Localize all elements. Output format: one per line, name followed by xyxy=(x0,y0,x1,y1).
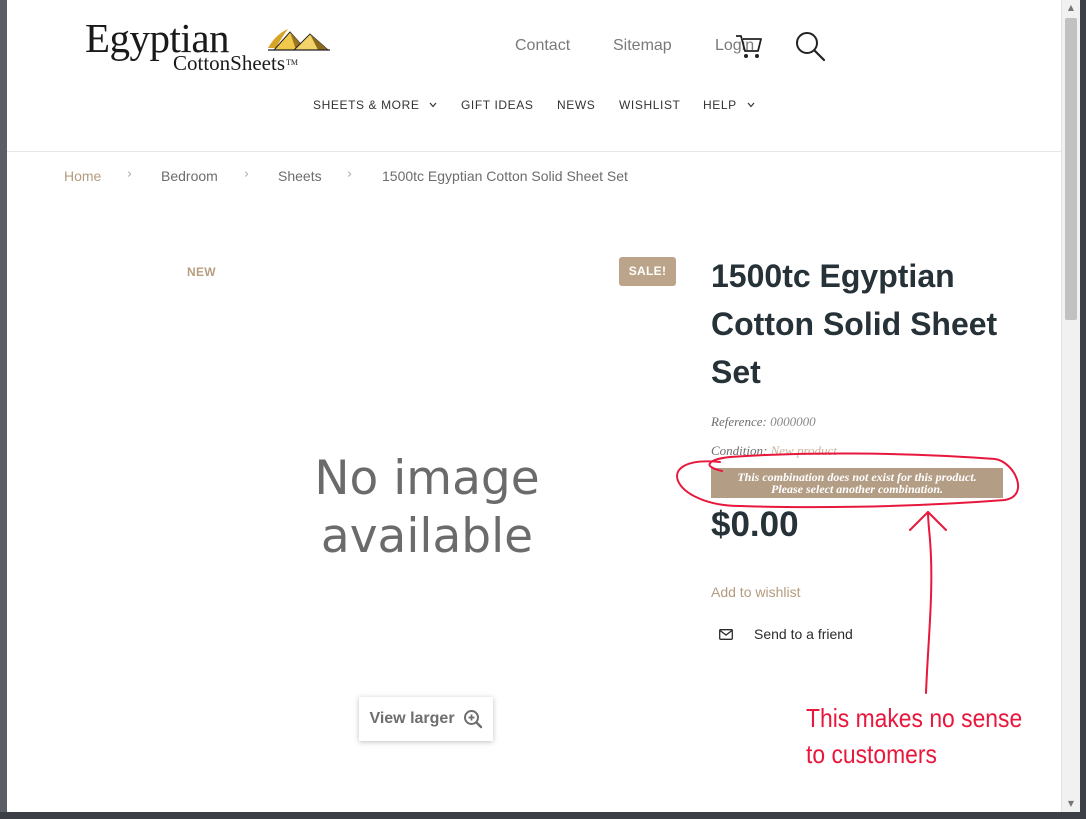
product-title: 1500tc Egyptian Cotton Solid Sheet Set xyxy=(711,258,998,390)
nav-item-sheets-more[interactable]: SHEETS & MORE xyxy=(313,98,437,112)
scrollbar-thumb[interactable] xyxy=(1065,18,1077,320)
window-edge xyxy=(1080,0,1086,819)
condition-label: Condition: xyxy=(711,443,768,458)
breadcrumb-separator-icon: › xyxy=(347,167,353,182)
view-larger-button[interactable]: View larger xyxy=(359,697,493,741)
main-nav: SHEETS & MORE GIFT IDEAS NEWS WISHLIST H… xyxy=(7,98,1061,116)
product-price: $0.00 xyxy=(711,505,799,544)
combination-alert: This combination does not exist for this… xyxy=(711,468,1003,498)
nav-item-wishlist[interactable]: WISHLIST xyxy=(619,98,680,112)
logo-trademark: TM xyxy=(286,58,299,67)
vertical-scrollbar[interactable]: ▲ ▼ xyxy=(1061,0,1080,812)
breadcrumb-current: 1500tc Egyptian Cotton Solid Sheet Set xyxy=(382,168,628,184)
send-to-friend-link[interactable]: Send to a friend xyxy=(719,626,853,642)
reference-label: Reference: xyxy=(711,414,767,429)
annotation-line1: This makes no sense xyxy=(806,703,1023,733)
breadcrumb-separator-icon: › xyxy=(127,167,133,182)
send-to-friend-label: Send to a friend xyxy=(754,626,853,642)
new-badge: NEW xyxy=(187,265,216,279)
product-reference: Reference: 0000000 xyxy=(711,414,816,430)
condition-value: New product xyxy=(770,443,837,458)
site-logo[interactable]: Egyptian CottonSheetsTM xyxy=(85,16,335,80)
annotation-note: This makes no sense to customers xyxy=(806,700,1022,772)
nav-item-gift-ideas[interactable]: GIFT IDEAS xyxy=(461,98,533,112)
nav-item-help[interactable]: HELP xyxy=(703,98,755,112)
pyramids-logo-icon xyxy=(268,29,330,51)
product-condition: Condition: New product xyxy=(711,443,837,459)
cart-icon[interactable] xyxy=(734,30,764,60)
breadcrumb-separator-icon: › xyxy=(244,167,250,182)
search-icon[interactable] xyxy=(794,30,826,62)
no-image-line2: available xyxy=(320,509,534,564)
logo-sub-label: CottonSheets xyxy=(173,51,286,75)
window-edge-bottom xyxy=(0,812,1086,819)
chevron-down-icon xyxy=(747,102,755,108)
reference-value: 0000000 xyxy=(770,414,816,429)
product-image-placeholder[interactable]: No image available xyxy=(247,450,607,566)
logo-text-sub: CottonSheetsTM xyxy=(173,52,298,74)
nav-label: SHEETS & MORE xyxy=(313,98,420,112)
scroll-down-arrow-icon[interactable]: ▼ xyxy=(1062,796,1080,812)
view-larger-label: View larger xyxy=(369,710,455,727)
breadcrumb-sheets[interactable]: Sheets xyxy=(278,168,322,184)
sitemap-link[interactable]: Sitemap xyxy=(613,37,672,55)
add-to-wishlist-link[interactable]: Add to wishlist xyxy=(711,584,800,600)
header-divider xyxy=(7,151,1061,152)
nav-item-news[interactable]: NEWS xyxy=(557,98,595,112)
breadcrumb-bedroom[interactable]: Bedroom xyxy=(161,168,218,184)
annotation-line2: to customers xyxy=(806,739,937,769)
no-image-line1: No image xyxy=(314,451,540,506)
chevron-down-icon xyxy=(430,102,437,108)
breadcrumb-home[interactable]: Home xyxy=(64,168,101,184)
envelope-icon xyxy=(719,628,733,640)
scroll-up-arrow-icon[interactable]: ▲ xyxy=(1062,0,1080,16)
zoom-in-icon xyxy=(463,710,482,729)
browser-viewport: Egyptian CottonSheetsTM Contact Sitemap … xyxy=(7,0,1061,812)
contact-link[interactable]: Contact xyxy=(515,37,570,55)
sale-badge: SALE! xyxy=(619,257,676,286)
nav-label: HELP xyxy=(703,98,737,112)
